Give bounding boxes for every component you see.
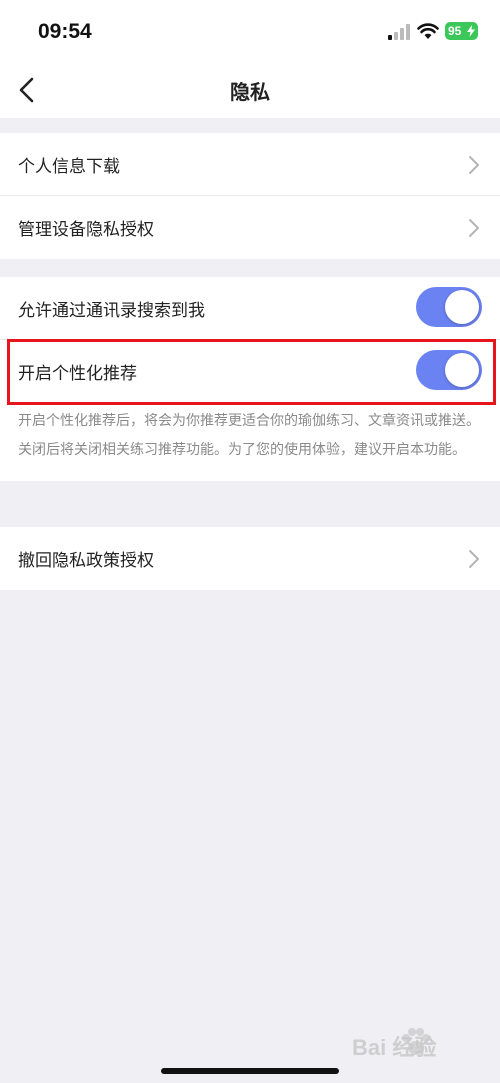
chevron-right-icon — [469, 550, 479, 568]
row-personal-info-download[interactable]: 个人信息下载 — [0, 133, 500, 196]
row-revoke-privacy-policy[interactable]: 撤回隐私政策授权 — [0, 527, 500, 590]
page-title: 隐私 — [230, 80, 270, 104]
row-device-privacy-authorization[interactable]: 管理设备隐私授权 — [0, 196, 500, 259]
personalized-description: 开启个性化推荐后，将会为你推荐更适合你的瑜伽练习、文章资讯或推送。 关闭后将关闭… — [0, 403, 500, 481]
battery-indicator: 95 — [445, 22, 478, 40]
personalized-recommendation-toggle[interactable] — [416, 350, 482, 390]
row-label: 个人信息下载 — [18, 156, 120, 177]
nav-bar: 隐私 — [0, 62, 500, 118]
wifi-icon — [417, 23, 439, 39]
status-bar: 09:54 95 — [0, 0, 500, 62]
settings-group-recommendation: 允许通过通讯录搜索到我 开启个性化推荐 — [0, 277, 500, 403]
row-label: 允许通过通讯录搜索到我 — [18, 300, 205, 321]
charging-bolt-icon — [467, 25, 475, 37]
toggle-knob — [445, 290, 479, 324]
toggle-knob — [445, 353, 479, 387]
battery-level: 95 — [448, 24, 462, 38]
settings-group-info: 个人信息下载 管理设备隐私授权 — [0, 133, 500, 259]
row-label: 开启个性化推荐 — [18, 364, 137, 384]
row-contacts-search: 允许通过通讯录搜索到我 — [0, 277, 500, 340]
row-label: 撤回隐私政策授权 — [18, 551, 154, 571]
cellular-signal-icon — [388, 24, 410, 40]
row-label: 管理设备隐私授权 — [18, 220, 154, 240]
status-time: 09:54 — [38, 20, 92, 43]
row-personalized-recommendation: 开启个性化推荐 — [0, 340, 500, 403]
description-text-2: 关闭后将关闭相关练习推荐功能。为了您的使用体验，建议开启本功能。 — [18, 442, 466, 458]
home-indicator — [161, 1068, 339, 1074]
chevron-right-icon — [469, 156, 479, 174]
watermark: Bai 经验 — [352, 1035, 437, 1060]
description-text-1: 开启个性化推荐后，将会为你推荐更适合你的瑜伽练习、文章资讯或推送。 — [18, 413, 480, 429]
settings-group-policy: 撤回隐私政策授权 — [0, 527, 500, 590]
chevron-right-icon — [469, 219, 479, 237]
contacts-search-toggle[interactable] — [416, 287, 482, 327]
